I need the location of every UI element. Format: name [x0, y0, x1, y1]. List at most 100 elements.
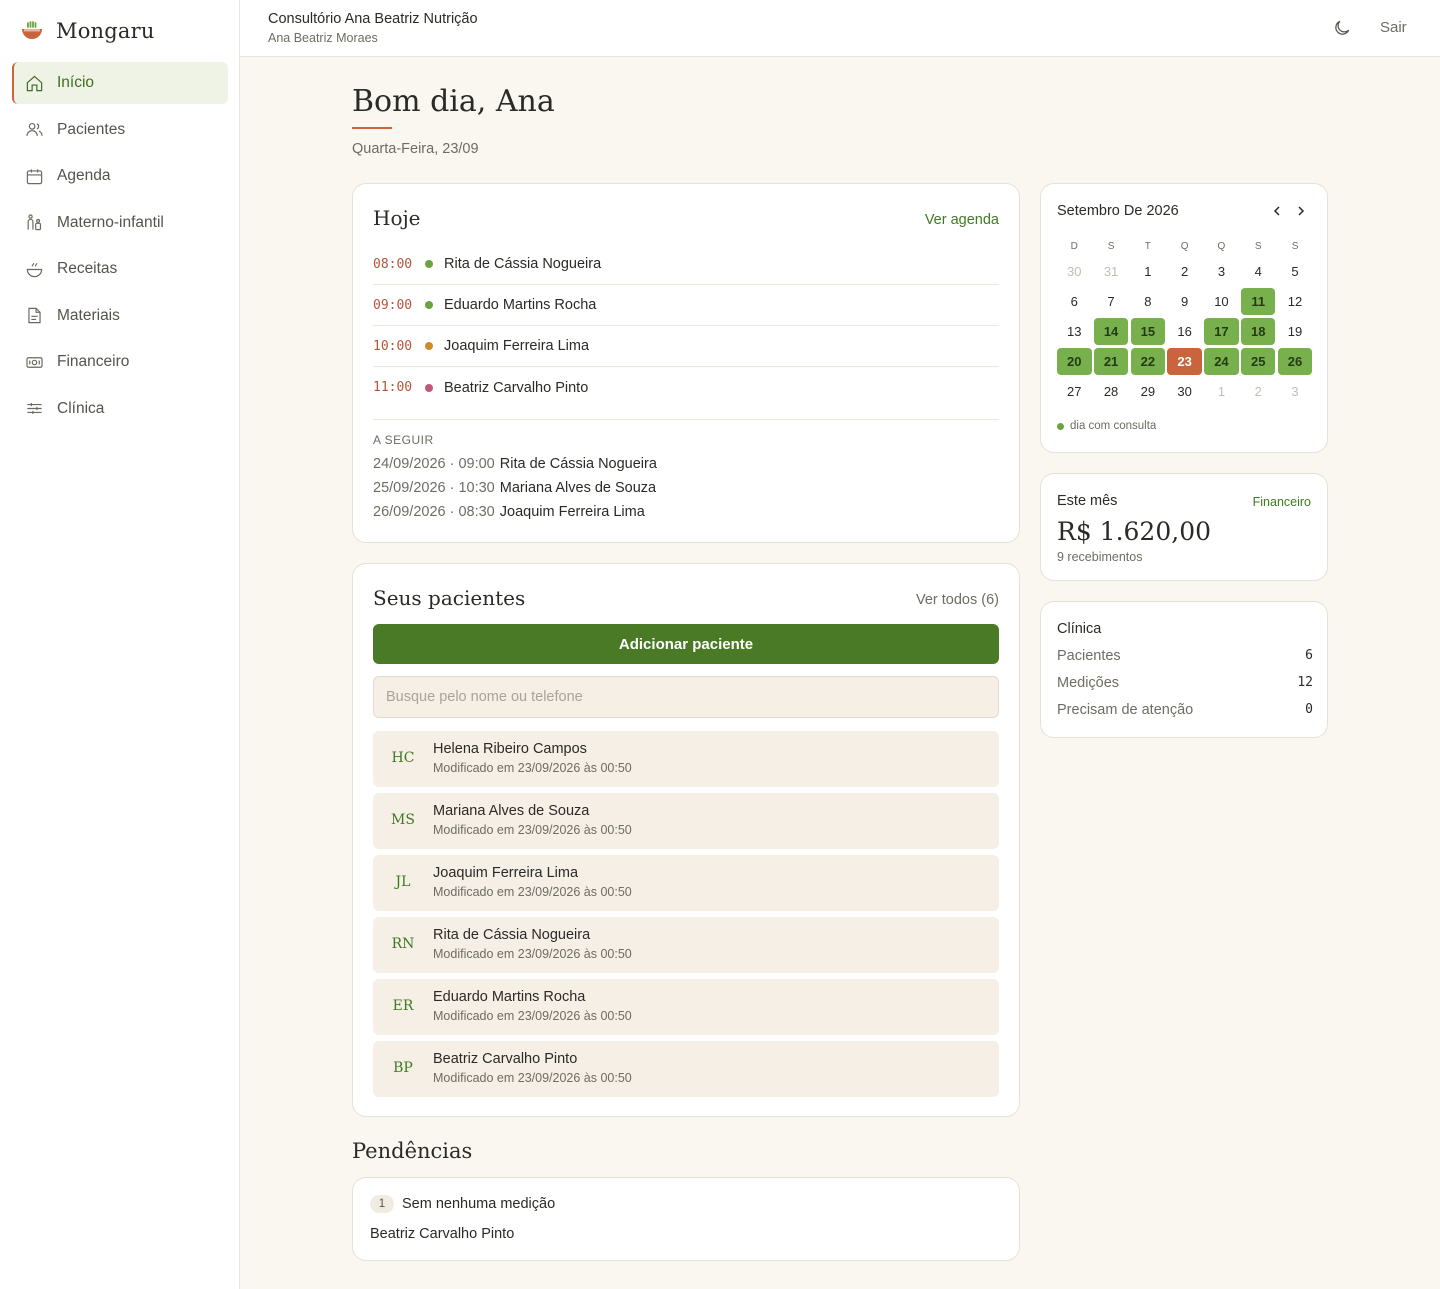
view-all-link[interactable]: Ver todos (6)	[916, 592, 999, 608]
next-appointment[interactable]: 24/09/2026 · 09:00 Rita de Cássia Nogueir…	[373, 456, 657, 472]
patient-row[interactable]: RN Rita de Cássia Nogueira Modificado em…	[373, 917, 999, 973]
calendar-day[interactable]: 23	[1167, 348, 1202, 375]
patient-row[interactable]: HC Helena Ribeiro Campos Modificado em 2…	[373, 731, 999, 787]
nav-item-label: Receitas	[57, 260, 118, 277]
stat-value: 6	[1305, 648, 1313, 663]
status-dot	[425, 383, 433, 392]
weekday-label: D	[1070, 240, 1078, 252]
calendar-icon	[26, 168, 43, 184]
appointment-row[interactable]: 11:00 Beatriz Carvalho Pinto	[373, 367, 999, 408]
calendar-day[interactable]: 20	[1057, 348, 1092, 375]
view-agenda-link[interactable]: Ver agenda	[925, 212, 999, 228]
main-nav: Início Pacientes Agenda Materno-infantil…	[12, 62, 228, 434]
calendar-day[interactable]: 7	[1094, 288, 1129, 315]
calendar-day[interactable]: 17	[1204, 318, 1239, 345]
pending-item-name: Beatriz Carvalho Pinto	[370, 1226, 515, 1242]
patient-row[interactable]: ER Eduardo Martins Rocha Modificado em 2…	[373, 979, 999, 1035]
next-appointment[interactable]: 25/09/2026 · 10:30 Mariana Alves de Souza	[373, 480, 656, 496]
patient-name: Mariana Alves de Souza	[433, 803, 590, 819]
nav-item-receitas[interactable]: Receitas	[12, 248, 228, 290]
calendar-day[interactable]: 18	[1240, 318, 1276, 345]
calendar-day[interactable]: 25	[1240, 348, 1276, 375]
chevron-right-icon[interactable]	[1293, 203, 1309, 219]
nav-item-label: Início	[57, 74, 95, 91]
pending-card[interactable]: 1 Sem nenhuma medição Beatriz Carvalho P…	[352, 1177, 1020, 1261]
weekday-label: T	[1144, 240, 1151, 252]
today-title: Hoje	[373, 206, 421, 230]
stat-value: 12	[1297, 675, 1313, 690]
appointment-row[interactable]: 10:00 Joaquim Ferreira Lima	[373, 326, 999, 367]
calendar-day[interactable]: 1	[1131, 258, 1166, 285]
month-subtitle: 9 recebimentos	[1057, 550, 1143, 564]
financeiro-link[interactable]: Financeiro	[1253, 495, 1311, 509]
home-icon	[26, 75, 43, 91]
appointment-time: 11:00	[373, 380, 413, 395]
nav-item-label: Financeiro	[57, 353, 130, 370]
patient-row[interactable]: BP Beatriz Carvalho Pinto Modificado em …	[373, 1041, 999, 1097]
next-label: A SEGUIR	[373, 433, 434, 447]
calendar-day[interactable]: 13	[1057, 318, 1092, 345]
calendar-day[interactable]: 16	[1167, 318, 1202, 345]
patient-name: Rita de Cássia Nogueira	[433, 927, 591, 943]
next-appointment[interactable]: 26/09/2026 · 08:30 Joaquim Ferreira Lima	[373, 504, 645, 520]
calendar-day[interactable]: 3	[1204, 258, 1239, 285]
appointment-row[interactable]: 08:00 Rita de Cássia Nogueira	[373, 244, 999, 285]
calendar-day[interactable]: 29	[1131, 378, 1166, 405]
stat-label: Pacientes	[1057, 648, 1121, 664]
sidebar: Mongaru Início Pacientes Agenda Materno-…	[0, 0, 240, 1289]
calendar-day[interactable]: 5	[1278, 258, 1313, 285]
nav-item-financeiro[interactable]: Financeiro	[12, 341, 228, 383]
calendar-day[interactable]: 9	[1167, 288, 1202, 315]
calendar-day[interactable]: 11	[1240, 288, 1276, 315]
nav-item-materno-infantil[interactable]: Materno-infantil	[12, 202, 228, 244]
weekday-label: S	[1291, 240, 1299, 252]
appointment-time: 10:00	[373, 338, 413, 354]
stat-label: Medições	[1057, 675, 1120, 691]
pending-title: Pendências	[352, 1139, 473, 1163]
appointment-row[interactable]: 09:00 Eduardo Martins Rocha	[373, 285, 999, 326]
topbar: Consultório Ana Beatriz Nutrição Ana Bea…	[240, 0, 1440, 57]
clinic-stat: Medições 12	[1057, 675, 1313, 691]
calendar-day[interactable]: 21	[1093, 348, 1129, 375]
calendar-day[interactable]: 10	[1204, 288, 1239, 315]
chevron-left-icon[interactable]	[1269, 203, 1285, 219]
calendar-day[interactable]: 4	[1241, 258, 1276, 285]
calendar-day[interactable]: 8	[1131, 288, 1166, 315]
calendar-day[interactable]: 22	[1130, 348, 1166, 375]
nav-item-inicio[interactable]: Início	[12, 62, 228, 104]
search-input[interactable]	[373, 676, 999, 718]
calendar-day: 2	[1254, 384, 1262, 399]
nav-item-pacientes[interactable]: Pacientes	[12, 109, 228, 151]
calendar-day[interactable]: 19	[1278, 318, 1313, 345]
brand[interactable]: Mongaru	[20, 17, 155, 45]
mother-child-icon	[27, 214, 42, 231]
patient-row[interactable]: MS Mariana Alves de Souza Modificado em …	[373, 793, 999, 849]
calendar-day[interactable]: 26	[1277, 348, 1313, 375]
nav-item-agenda[interactable]: Agenda	[12, 155, 228, 197]
add-patient-button[interactable]: Adicionar paciente	[373, 624, 999, 664]
calendar-day[interactable]: 15	[1130, 318, 1166, 345]
calendar-day[interactable]: 2	[1167, 258, 1202, 285]
month-card: Este mês Financeiro R$ 1.620,00 9 recebi…	[1040, 473, 1328, 581]
calendar-day[interactable]: 14	[1093, 318, 1129, 345]
calendar-day[interactable]: 12	[1278, 288, 1313, 315]
month-label: Este mês	[1057, 493, 1118, 509]
moon-icon[interactable]	[1332, 18, 1352, 38]
appointment-time: 09:00	[373, 297, 413, 313]
calendar-day[interactable]: 28	[1094, 378, 1129, 405]
calendar-day: 1	[1217, 384, 1226, 399]
calendar-day[interactable]: 24	[1204, 348, 1239, 375]
document-icon	[28, 307, 41, 324]
count-badge: 1	[370, 1195, 394, 1213]
patient-row[interactable]: JL Joaquim Ferreira Lima Modificado em 2…	[373, 855, 999, 911]
clinic-card: Clínica Pacientes 6 Medições 12 Precisam…	[1040, 601, 1328, 738]
calendar-day[interactable]: 6	[1057, 288, 1092, 315]
weekday-label: S	[1254, 240, 1262, 252]
calendar-day[interactable]: 30	[1167, 378, 1202, 405]
avatar: HC	[391, 750, 415, 766]
month-value: R$ 1.620,00	[1057, 517, 1212, 546]
nav-item-clinica[interactable]: Clínica	[12, 388, 228, 430]
logout-button[interactable]: Sair	[1380, 19, 1407, 36]
nav-item-materiais[interactable]: Materiais	[12, 295, 228, 337]
calendar-day[interactable]: 27	[1057, 378, 1092, 405]
